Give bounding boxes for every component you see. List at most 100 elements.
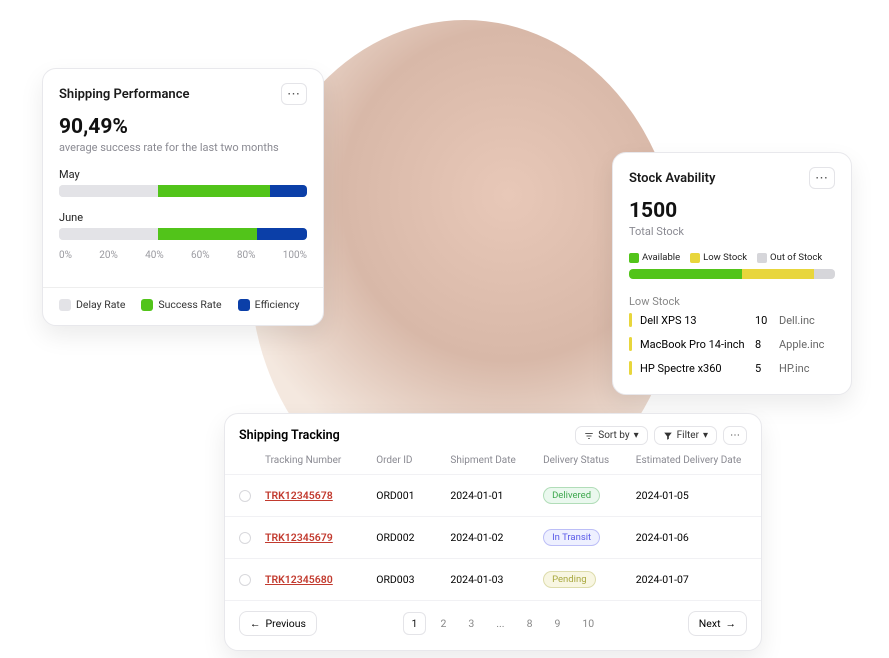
legend: Available Low Stock Out of Stock bbox=[629, 252, 835, 263]
legend-swatch bbox=[629, 253, 639, 263]
previous-label: Previous bbox=[266, 617, 306, 630]
filter-icon bbox=[663, 431, 673, 441]
legend-swatch bbox=[690, 253, 700, 263]
table-row: TRK12345679ORD0022024-01-02In Transit202… bbox=[225, 516, 761, 558]
row-select-radio[interactable] bbox=[239, 490, 251, 502]
arrow-right-icon: → bbox=[726, 617, 737, 630]
month-label: May bbox=[59, 168, 307, 181]
tracking-number-link[interactable]: TRK12345680 bbox=[265, 573, 333, 586]
tick: 80% bbox=[237, 250, 256, 261]
low-stock-row: Dell XPS 1310Dell.inc bbox=[629, 308, 835, 332]
tick: 0% bbox=[59, 250, 72, 261]
success-rate-value: 90,49% bbox=[59, 115, 307, 139]
shipment-date: 2024-01-03 bbox=[450, 573, 543, 586]
page-number[interactable]: 2 bbox=[432, 613, 454, 634]
product-name: HP Spectre x360 bbox=[640, 362, 755, 375]
bar-segment-success bbox=[158, 185, 270, 197]
shipping-performance-card: Shipping Performance ⋯ 90,49% average su… bbox=[42, 68, 324, 326]
legend-label: Success Rate bbox=[158, 298, 221, 311]
stock-bar bbox=[629, 269, 835, 279]
legend-item: Success Rate bbox=[141, 298, 221, 311]
card-title: Shipping Tracking bbox=[239, 428, 340, 443]
tracking-number-link[interactable]: TRK12345678 bbox=[265, 489, 333, 502]
status-badge: In Transit bbox=[543, 529, 600, 546]
bar-segment-delay bbox=[59, 228, 158, 240]
low-stock-indicator bbox=[629, 361, 632, 375]
chevron-down-icon: ▾ bbox=[703, 430, 708, 441]
sort-label: Sort by bbox=[598, 430, 629, 441]
pagination: 123... 89 10 bbox=[403, 612, 603, 635]
success-rate-subtitle: average success rate for the last two mo… bbox=[59, 141, 307, 154]
filter-button[interactable]: Filter ▾ bbox=[654, 426, 717, 445]
col-eta: Estimated Delivery Date bbox=[636, 455, 747, 466]
col-status: Delivery Status bbox=[543, 455, 636, 466]
eta-date: 2024-01-07 bbox=[636, 573, 747, 586]
shipment-date: 2024-01-01 bbox=[450, 489, 543, 502]
previous-button[interactable]: ← Previous bbox=[239, 611, 317, 636]
order-id: ORD001 bbox=[376, 489, 450, 502]
product-name: MacBook Pro 14-inch bbox=[640, 338, 755, 351]
card-title: Stock Avability bbox=[629, 171, 715, 186]
month-bar: June bbox=[59, 211, 307, 240]
legend-swatch bbox=[757, 253, 767, 263]
product-name: Dell XPS 13 bbox=[640, 314, 755, 327]
table-row: TRK12345678ORD0012024-01-01Delivered2024… bbox=[225, 474, 761, 516]
legend-label: Efficiency bbox=[255, 298, 300, 311]
status-badge: Pending bbox=[543, 571, 595, 588]
product-vendor: Dell.inc bbox=[779, 314, 835, 327]
filter-label: Filter bbox=[677, 430, 699, 441]
legend-item: Low Stock bbox=[690, 252, 747, 263]
product-qty: 10 bbox=[755, 314, 779, 327]
page-number[interactable]: 9 bbox=[546, 613, 568, 634]
bar-segment-efficiency bbox=[257, 228, 307, 240]
order-id: ORD003 bbox=[376, 573, 450, 586]
tick: 40% bbox=[145, 250, 164, 261]
sort-by-button[interactable]: Sort by ▾ bbox=[575, 426, 647, 445]
table-row: TRK12345680 ORD0032024-01-03Pending 2024-0… bbox=[225, 558, 761, 600]
legend-item: Available bbox=[629, 252, 680, 263]
page-number[interactable]: 8 bbox=[519, 613, 541, 634]
next-label: Next bbox=[699, 617, 721, 630]
tick: 100% bbox=[283, 250, 307, 261]
stock-segment bbox=[814, 269, 835, 279]
more-button[interactable]: ⋯ bbox=[723, 426, 747, 445]
legend-label: Low Stock bbox=[703, 252, 747, 263]
more-button[interactable]: ⋯ bbox=[809, 167, 835, 189]
legend-item: Efficiency bbox=[238, 298, 300, 311]
legend: Delay Rate Success Rate Efficiency bbox=[43, 287, 323, 325]
tick: 20% bbox=[99, 250, 118, 261]
card-title: Shipping Performance bbox=[59, 87, 189, 102]
col-shipdate: Shipment Date bbox=[450, 455, 543, 466]
status-badge: Delivered bbox=[543, 487, 600, 504]
legend-item: Delay Rate bbox=[59, 298, 125, 311]
tracking-number-link[interactable]: TRK12345679 bbox=[265, 531, 333, 544]
col-order: Order ID bbox=[376, 455, 450, 466]
row-select-radio[interactable] bbox=[239, 574, 251, 586]
bar-segment-success bbox=[158, 228, 257, 240]
shipment-date: 2024-01-02 bbox=[450, 531, 543, 544]
total-stock-value: 1500 bbox=[629, 199, 835, 223]
page-ellipsis: ... bbox=[488, 613, 512, 634]
legend-label: Out of Stock bbox=[770, 252, 822, 263]
bar-segment-efficiency bbox=[270, 185, 307, 197]
legend-swatch bbox=[141, 299, 153, 311]
eta-date: 2024-01-06 bbox=[636, 531, 747, 544]
low-stock-row: MacBook Pro 14-inch8Apple.inc bbox=[629, 332, 835, 356]
page-number[interactable]: 10 bbox=[574, 613, 602, 634]
legend-label: Delay Rate bbox=[76, 298, 125, 311]
low-stock-heading: Low Stock bbox=[629, 295, 835, 308]
stock-segment bbox=[629, 269, 742, 279]
stacked-bar bbox=[59, 185, 307, 197]
table-header: Tracking Number Order ID Shipment Date D… bbox=[225, 455, 761, 474]
low-stock-row: HP Spectre x3605HP.inc bbox=[629, 356, 835, 380]
more-button[interactable]: ⋯ bbox=[281, 83, 307, 105]
next-button[interactable]: Next → bbox=[688, 611, 747, 636]
page-number[interactable]: 3 bbox=[460, 613, 482, 634]
product-qty: 8 bbox=[755, 338, 779, 351]
page-number[interactable]: 1 bbox=[403, 612, 427, 635]
legend-label: Available bbox=[642, 252, 680, 263]
shipping-tracking-card: Shipping Tracking Sort by ▾ Filter ▾ ⋯ T… bbox=[224, 413, 762, 651]
low-stock-indicator bbox=[629, 313, 632, 327]
stock-availability-card: Stock Avability ⋯ 1500 Total Stock Avail… bbox=[612, 152, 852, 395]
row-select-radio[interactable] bbox=[239, 532, 251, 544]
